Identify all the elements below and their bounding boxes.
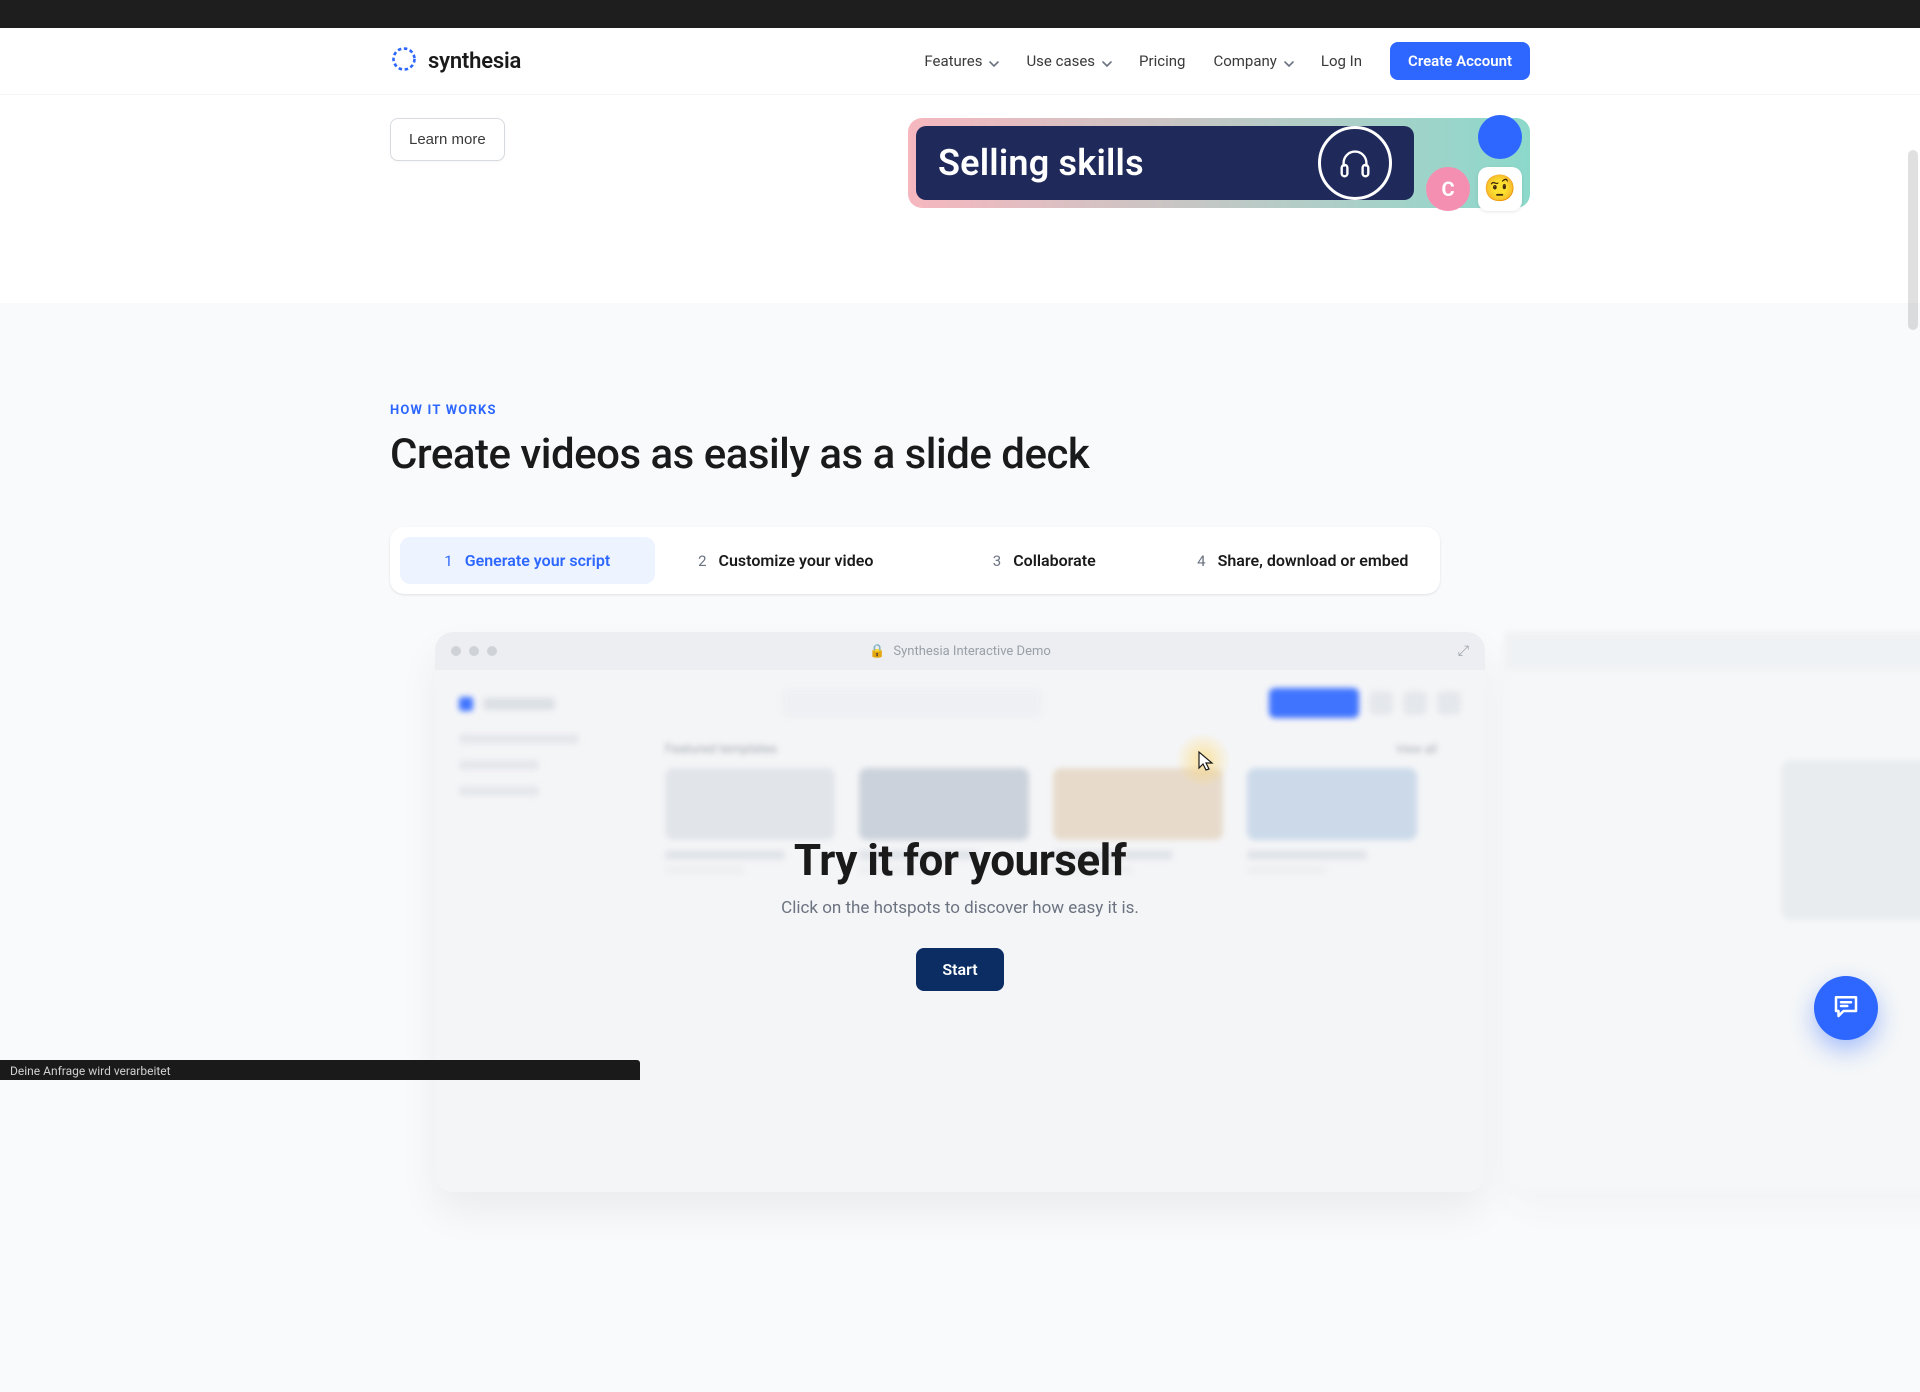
demo-window: 🔒 Synthesia Interactive Demo ⤢ (435, 632, 1485, 1192)
logo-text: synthesia (428, 49, 521, 74)
step-collaborate[interactable]: 3 Collaborate (917, 537, 1172, 584)
section-eyebrow: HOW IT WORKS (390, 403, 1530, 418)
learn-more-button[interactable]: Learn more (390, 118, 505, 161)
emoji-chip: 🤨 (1478, 167, 1522, 211)
nav-company[interactable]: Company (1213, 52, 1292, 70)
main-nav: Features Use cases Pricing Company Log I… (924, 42, 1530, 80)
step-customize-video[interactable]: 2 Customize your video (659, 537, 914, 584)
nav-login[interactable]: Log In (1321, 52, 1362, 70)
nav-company-label: Company (1213, 52, 1276, 70)
chat-icon (1831, 991, 1861, 1025)
chat-widget-button[interactable] (1814, 976, 1878, 1040)
avatar-chip: C (1426, 167, 1470, 211)
logo-icon (390, 45, 418, 77)
step-number: 2 (698, 552, 706, 570)
hero-card-title: Selling skills (938, 142, 1144, 184)
site-header: synthesia Features Use cases Pricing Com… (390, 28, 1530, 94)
overlay-subtitle: Click on the hotspots to discover how ea… (781, 898, 1139, 918)
chevron-down-icon (988, 56, 998, 66)
overlay-title: Try it for yourself (794, 834, 1126, 886)
section-headline: Create videos as easily as a slide deck (390, 430, 1530, 479)
step-share[interactable]: 4 Share, download or embed (1176, 537, 1431, 584)
step-label: Generate your script (465, 551, 611, 570)
nav-features-label: Features (924, 52, 982, 70)
create-account-button[interactable]: Create Account (1390, 42, 1530, 80)
reaction-chip-blue (1478, 115, 1522, 159)
step-generate-script[interactable]: 1 Generate your script (400, 537, 655, 584)
nav-usecases-label: Use cases (1026, 52, 1095, 70)
step-label: Customize your video (719, 551, 874, 570)
nav-usecases[interactable]: Use cases (1026, 52, 1111, 70)
nav-features[interactable]: Features (924, 52, 998, 70)
step-label: Collaborate (1013, 551, 1096, 570)
chevron-down-icon (1101, 56, 1111, 66)
scrollbar[interactable] (1908, 150, 1918, 330)
chevron-down-icon (1283, 56, 1293, 66)
nav-pricing[interactable]: Pricing (1139, 52, 1185, 70)
start-button[interactable]: Start (916, 948, 1003, 991)
nav-pricing-label: Pricing (1139, 52, 1185, 70)
step-number: 4 (1197, 552, 1205, 570)
steps-tabs: 1 Generate your script 2 Customize your … (390, 527, 1440, 594)
logo[interactable]: synthesia (390, 45, 521, 77)
hero-card: Selling skills C 🤨 (908, 118, 1530, 208)
headphones-icon (1318, 126, 1392, 200)
step-number: 1 (444, 552, 452, 570)
step-number: 3 (993, 552, 1001, 570)
step-label: Share, download or embed (1218, 551, 1409, 570)
next-slide-peek (1505, 632, 1920, 1192)
demo-overlay: Try it for yourself Click on the hotspot… (435, 632, 1485, 1192)
browser-top-bar (0, 0, 1920, 28)
